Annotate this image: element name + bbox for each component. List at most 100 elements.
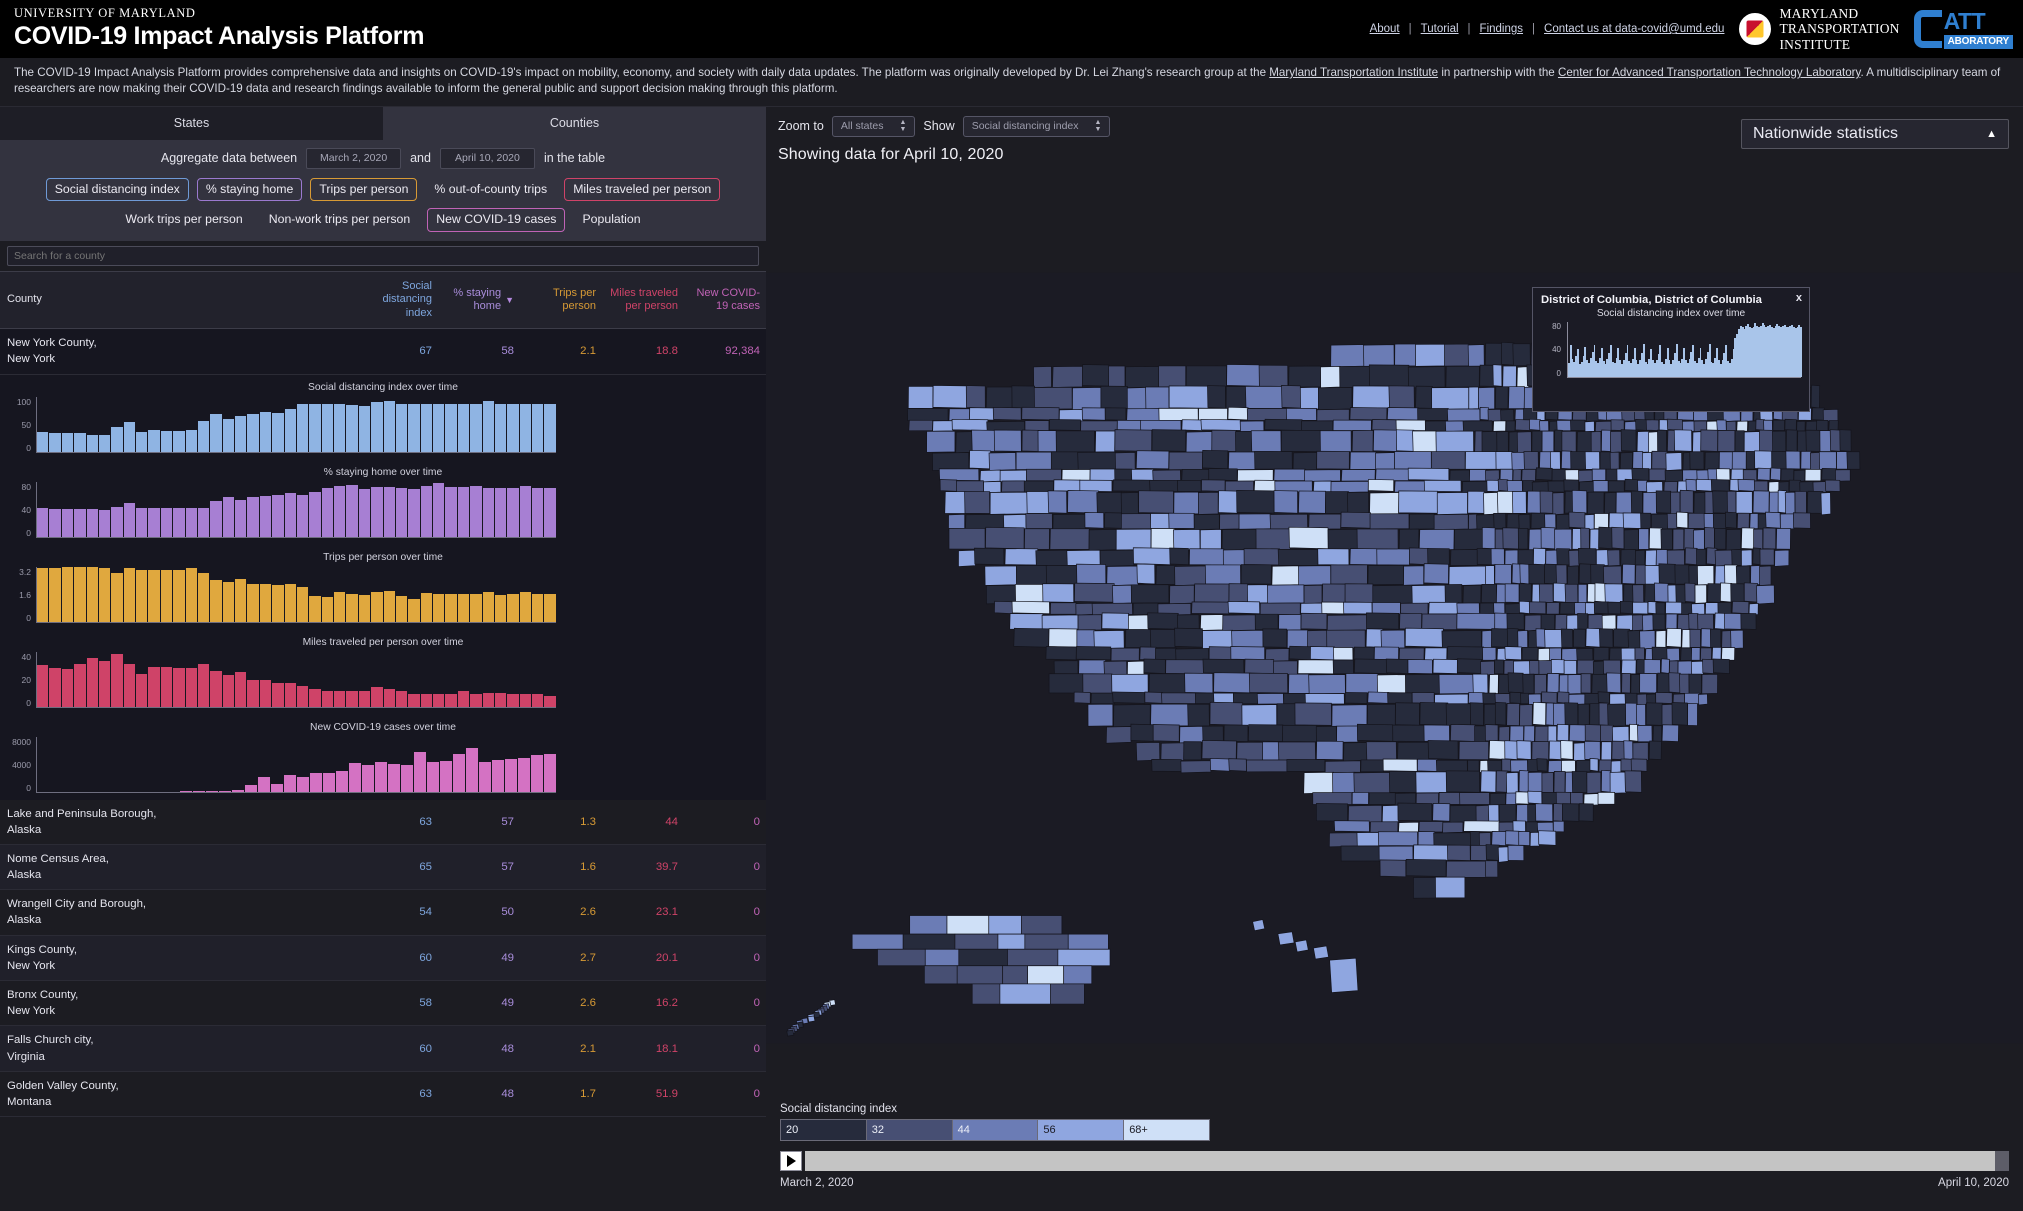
map-county[interactable] xyxy=(1112,479,1152,492)
map-county[interactable] xyxy=(979,469,1001,483)
map-county[interactable] xyxy=(1731,600,1750,614)
map-county[interactable] xyxy=(1208,646,1232,661)
map-county[interactable] xyxy=(1724,564,1738,585)
map-county[interactable] xyxy=(1735,491,1753,514)
map-county[interactable] xyxy=(1484,342,1503,366)
map-county[interactable] xyxy=(1368,792,1397,805)
map-county[interactable] xyxy=(1467,344,1485,368)
map-county[interactable] xyxy=(1151,429,1187,452)
map-county[interactable] xyxy=(1152,724,1180,742)
map-county[interactable] xyxy=(1759,429,1774,452)
map-county[interactable] xyxy=(1517,527,1529,550)
map-county[interactable] xyxy=(1651,646,1669,661)
map-county[interactable] xyxy=(1585,602,1596,615)
map-county[interactable] xyxy=(1144,691,1163,704)
map-county[interactable] xyxy=(1207,385,1226,409)
map-county[interactable] xyxy=(1078,659,1106,675)
map-county[interactable] xyxy=(1639,672,1657,694)
map-county[interactable] xyxy=(1687,512,1706,529)
map-county[interactable] xyxy=(1712,513,1727,530)
map-county[interactable] xyxy=(1712,658,1730,674)
map-county[interactable] xyxy=(1198,491,1219,515)
map-county[interactable] xyxy=(1584,451,1601,470)
map-county[interactable] xyxy=(1149,479,1179,492)
map-county[interactable] xyxy=(1546,672,1560,694)
map-county[interactable] xyxy=(971,983,1001,1005)
map-county[interactable] xyxy=(1609,771,1627,794)
map-county[interactable] xyxy=(1208,468,1238,481)
map-county[interactable] xyxy=(956,480,984,493)
map-county[interactable] xyxy=(1256,693,1284,705)
map-county[interactable] xyxy=(1174,627,1203,648)
map-county[interactable] xyxy=(1479,406,1490,421)
map-county[interactable] xyxy=(1398,821,1419,834)
map-county[interactable] xyxy=(1378,831,1418,846)
map-county[interactable] xyxy=(1835,469,1851,482)
map-county[interactable] xyxy=(1725,511,1737,529)
map-county[interactable] xyxy=(1479,364,1495,387)
map-county[interactable] xyxy=(1135,741,1161,762)
map-county[interactable] xyxy=(1106,565,1139,586)
map-county[interactable] xyxy=(1074,582,1115,603)
map-county[interactable] xyxy=(1570,792,1584,805)
map-county[interactable] xyxy=(1407,366,1446,389)
map-county[interactable] xyxy=(902,933,956,950)
map-county[interactable] xyxy=(1620,549,1636,566)
map-county[interactable] xyxy=(1829,429,1841,452)
map-county[interactable] xyxy=(1285,407,1317,421)
map-county[interactable] xyxy=(1423,479,1462,492)
map-county[interactable] xyxy=(1276,703,1296,726)
map-county[interactable] xyxy=(907,408,949,421)
map-county[interactable] xyxy=(1670,491,1681,515)
map-county[interactable] xyxy=(1521,468,1537,482)
map-county[interactable] xyxy=(1591,468,1607,481)
map-county[interactable] xyxy=(1547,480,1565,493)
map-county[interactable] xyxy=(1768,491,1779,515)
map-county[interactable] xyxy=(1573,742,1586,762)
map-county[interactable] xyxy=(1353,646,1375,661)
map-county[interactable] xyxy=(877,948,926,967)
map-county[interactable] xyxy=(1532,701,1547,726)
map-county[interactable] xyxy=(999,469,1027,483)
map-county[interactable] xyxy=(1621,659,1637,675)
map-county[interactable] xyxy=(1067,933,1109,950)
map-county[interactable] xyxy=(1593,601,1609,615)
map-county[interactable] xyxy=(1202,629,1234,650)
map-county[interactable] xyxy=(1648,468,1667,481)
map-county[interactable] xyxy=(1480,770,1497,793)
map-county[interactable] xyxy=(997,933,1026,950)
map-county[interactable] xyxy=(1632,584,1645,604)
map-county[interactable] xyxy=(1753,528,1764,551)
map-county[interactable] xyxy=(1111,673,1149,694)
map-county[interactable] xyxy=(1555,791,1572,805)
map-county[interactable] xyxy=(944,491,967,514)
map-county[interactable] xyxy=(1469,468,1487,482)
map-county[interactable] xyxy=(1333,820,1370,833)
map-county[interactable] xyxy=(1585,627,1602,648)
map-county[interactable] xyxy=(1063,965,1093,985)
map-county[interactable] xyxy=(1021,429,1040,452)
map-county[interactable] xyxy=(986,584,1017,605)
map-county[interactable] xyxy=(1379,859,1407,878)
show-metric-select[interactable]: Social distancing index ▲ ▼ xyxy=(962,115,1111,137)
map-county[interactable] xyxy=(1485,565,1495,586)
map-county[interactable] xyxy=(1395,419,1426,431)
map-county[interactable] xyxy=(1506,480,1523,492)
map-county[interactable] xyxy=(1630,490,1643,514)
map-county[interactable] xyxy=(1487,408,1502,422)
map-county[interactable] xyxy=(1643,659,1661,675)
map-county[interactable] xyxy=(985,386,1014,410)
map-county[interactable] xyxy=(1573,628,1586,648)
map-county[interactable] xyxy=(1376,548,1410,566)
map-county[interactable] xyxy=(1376,674,1407,695)
map-county[interactable] xyxy=(1592,480,1609,492)
map-county[interactable] xyxy=(1151,758,1182,772)
map-county[interactable] xyxy=(1604,491,1617,516)
map-county[interactable] xyxy=(1512,820,1526,833)
map-county[interactable] xyxy=(1734,430,1745,452)
map-county[interactable] xyxy=(1642,491,1658,515)
map-county[interactable] xyxy=(1472,673,1489,694)
map-county[interactable] xyxy=(1315,803,1348,822)
map-county[interactable] xyxy=(1650,513,1669,530)
map-county[interactable] xyxy=(1556,548,1571,566)
